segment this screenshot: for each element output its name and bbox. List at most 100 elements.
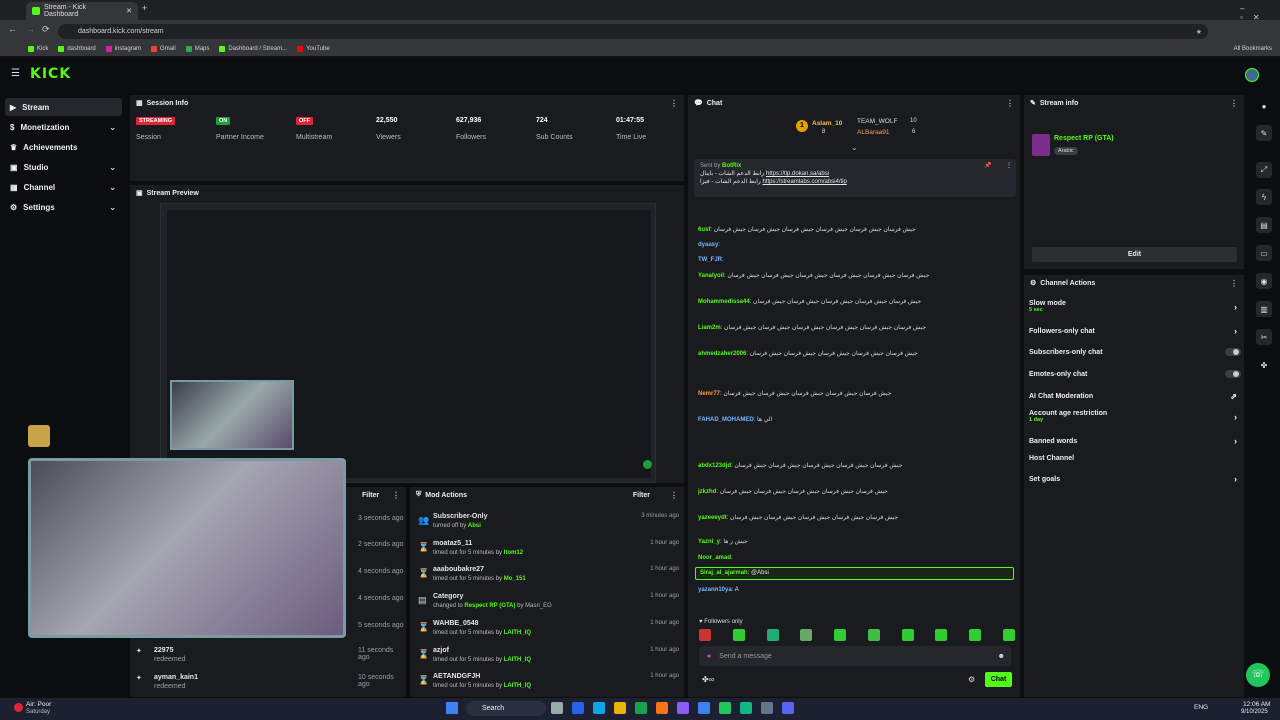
chat-username[interactable]: jzkzhd: [698, 489, 716, 495]
chrome-icon[interactable]: [719, 702, 731, 714]
discord-icon[interactable]: [782, 702, 794, 714]
bookmark-item[interactable]: Gmail: [151, 46, 176, 52]
send-chat-button[interactable]: Chat: [985, 672, 1012, 687]
chat-username[interactable]: TW_FJR: [698, 257, 722, 263]
close-tab-icon[interactable]: ✕: [126, 7, 132, 15]
sidebar-item-achievements[interactable]: ♛ Achievements: [5, 138, 122, 156]
layout-icon[interactable]: ▥: [1256, 301, 1272, 317]
channel-action-item[interactable]: Set goals ›: [1029, 474, 1241, 484]
emoji-icon[interactable]: ☻: [998, 653, 1005, 660]
pin-icon[interactable]: 📌: [984, 162, 991, 170]
chat-username[interactable]: abdx123djd: [698, 463, 731, 469]
task-view-icon[interactable]: [551, 702, 563, 714]
emote-icon[interactable]: [867, 629, 880, 641]
all-bookmarks[interactable]: All Bookmarks: [1234, 46, 1272, 52]
channel-action-item[interactable]: Slow mode 5 sec ›: [1029, 300, 1241, 313]
app-icon[interactable]: [740, 702, 752, 714]
filter-button[interactable]: Filter: [362, 492, 379, 499]
chat-username[interactable]: Mohammedissa44: [698, 299, 750, 305]
app-icon[interactable]: [677, 702, 689, 714]
windows-start-icon[interactable]: [446, 702, 458, 714]
emote-icon[interactable]: [1002, 629, 1015, 641]
bookmark-item[interactable]: Maps: [185, 46, 209, 52]
broadcast-icon[interactable]: ◉: [1256, 273, 1272, 289]
more-options-icon[interactable]: ⋮: [1006, 162, 1012, 170]
edit-stream-info-button[interactable]: Edit: [1032, 247, 1237, 262]
external-link-icon[interactable]: ⇗: [1230, 392, 1237, 401]
bookmark-item[interactable]: dashboard: [58, 46, 96, 52]
emote-icon[interactable]: [901, 629, 914, 641]
menu-icon[interactable]: ☰: [11, 68, 20, 79]
more-options-icon[interactable]: ⋮: [670, 99, 678, 108]
sidebar-item-channel[interactable]: ▦ Channel ⌄: [5, 178, 122, 196]
browser-tab[interactable]: Stream - Kick Dashboard ✕: [26, 2, 138, 20]
back-icon[interactable]: ←: [8, 24, 17, 34]
emote-icon[interactable]: [766, 629, 779, 641]
app-icon[interactable]: [635, 702, 647, 714]
chat-username[interactable]: Yanalyoil: [698, 273, 724, 279]
language-indicator[interactable]: ENG: [1194, 704, 1208, 711]
chevron-right-icon[interactable]: ›: [1234, 326, 1237, 336]
new-tab-button[interactable]: +: [142, 3, 147, 13]
sidebar-item-monetization[interactable]: $ Monetization ⌄: [5, 118, 122, 136]
toggle-switch[interactable]: [1225, 348, 1241, 356]
channel-action-item[interactable]: Subscribers-only chat: [1029, 348, 1241, 356]
chat-username[interactable]: Liam2m: [698, 325, 721, 331]
bookmark-item[interactable]: Dashboard / Stream...: [219, 46, 287, 52]
gear-icon[interactable]: ⚙: [968, 675, 975, 684]
chat-username[interactable]: Yazni_y: [698, 539, 720, 545]
more-options-icon[interactable]: ⋮: [1230, 279, 1238, 288]
edge-icon[interactable]: [593, 702, 605, 714]
chevron-down-icon[interactable]: ⌄: [851, 143, 858, 152]
sidebar-item-studio[interactable]: ▣ Studio ⌄: [5, 158, 122, 176]
leader-name[interactable]: TEAM_WOLF: [857, 118, 897, 125]
reload-icon[interactable]: ⟳: [42, 24, 50, 35]
document-icon[interactable]: ▤: [1256, 217, 1272, 233]
app-icon[interactable]: [698, 702, 710, 714]
emote-icon[interactable]: [935, 629, 948, 641]
chat-username[interactable]: Nemr77: [698, 391, 720, 397]
sidebar-item-settings[interactable]: ⚙ Settings ⌄: [5, 198, 122, 216]
bookmark-item[interactable]: instagram: [105, 46, 141, 52]
more-options-icon[interactable]: ⋮: [670, 491, 678, 500]
channel-action-item[interactable]: Account age restriction 1 day ›: [1029, 410, 1241, 423]
emote-icon[interactable]: [800, 629, 813, 641]
weather-title[interactable]: Air: Poor: [26, 701, 51, 708]
chat-username[interactable]: ahmedzaher2006: [698, 351, 746, 357]
mic-icon[interactable]: ●: [707, 653, 711, 660]
leader-name[interactable]: ALBaraa91: [857, 129, 890, 136]
bookmark-item[interactable]: YouTube: [297, 46, 330, 52]
lightning-icon[interactable]: ϟ: [1256, 189, 1272, 205]
info-icon[interactable]: ●: [1256, 98, 1272, 114]
chevron-right-icon[interactable]: ›: [1234, 412, 1237, 422]
tip-link[interactable]: https://tip.dokan.sa/absi: [766, 171, 829, 177]
clock-time[interactable]: 12:06 AM: [1243, 701, 1270, 708]
explorer-icon[interactable]: [614, 702, 626, 714]
sidebar-item-stream[interactable]: ▶ Stream: [5, 98, 122, 116]
support-chat-icon[interactable]: ☏: [1246, 663, 1270, 687]
category-name[interactable]: Respect RP (GTA): [1054, 135, 1114, 142]
chevron-right-icon[interactable]: ›: [1234, 474, 1237, 484]
address-bar[interactable]: dashboard.kick.com/stream ★: [58, 24, 1208, 39]
chevron-right-icon[interactable]: ›: [1234, 436, 1237, 446]
channel-action-item[interactable]: AI Chat Moderation ⇗: [1029, 392, 1241, 401]
pencil-icon[interactable]: ✎: [1256, 125, 1272, 141]
chat-username[interactable]: yazeeeydt: [698, 515, 727, 521]
more-options-icon[interactable]: ⋮: [1006, 99, 1014, 108]
chat-username[interactable]: 6usf: [698, 227, 710, 233]
forward-icon[interactable]: →: [26, 24, 35, 34]
channel-action-item[interactable]: Banned words ›: [1029, 436, 1241, 446]
taskbar-search[interactable]: Search: [466, 701, 546, 716]
steam-icon[interactable]: [761, 702, 773, 714]
more-options-icon[interactable]: ⋮: [392, 491, 400, 500]
channel-action-item[interactable]: Followers-only chat ›: [1029, 326, 1241, 336]
avatar[interactable]: [1245, 68, 1259, 82]
emote-icon[interactable]: [969, 629, 982, 641]
app-icon[interactable]: [656, 702, 668, 714]
category-thumbnail[interactable]: [1032, 134, 1050, 156]
wrench-icon[interactable]: ✂: [1256, 329, 1272, 345]
expand-icon[interactable]: ⤢: [1256, 162, 1272, 178]
chat-bubble-icon[interactable]: ▭: [1256, 245, 1272, 261]
emote-icon[interactable]: [834, 629, 847, 641]
chat-tools-icon[interactable]: ✤∞: [702, 675, 714, 684]
